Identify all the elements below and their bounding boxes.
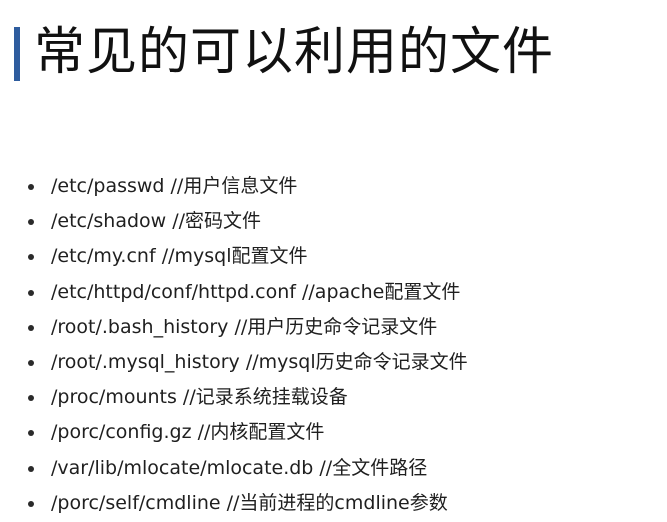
title-accent-bar bbox=[14, 27, 20, 81]
list-item-text: /porc/config.gz //内核配置文件 bbox=[51, 421, 325, 444]
bullet-icon bbox=[28, 465, 34, 472]
list-item-text: /porc/self/cmdline //当前进程的cmdline参数 bbox=[51, 491, 448, 514]
list-item-text: /proc/mounts //记录系统挂载设备 bbox=[51, 386, 348, 409]
list-item-text: /etc/shadow //密码文件 bbox=[51, 210, 262, 233]
list-item-text: /root/.bash_history //用户历史命令记录文件 bbox=[51, 315, 438, 338]
bullet-icon bbox=[28, 430, 34, 437]
bullet-icon bbox=[28, 324, 34, 331]
bullet-icon bbox=[28, 395, 34, 402]
bullet-icon bbox=[28, 500, 34, 507]
list-item-text: /etc/my.cnf //mysql配置文件 bbox=[51, 245, 308, 268]
bullet-icon bbox=[28, 359, 34, 366]
list-item-text: /root/.mysql_history //mysql历史命令记录文件 bbox=[51, 350, 468, 373]
list-item-text: /etc/httpd/conf/httpd.conf //apache配置文件 bbox=[51, 280, 461, 303]
page-title: 常见的可以利用的文件 bbox=[34, 23, 555, 82]
bullet-icon bbox=[28, 219, 34, 226]
bullet-icon bbox=[28, 289, 34, 296]
bullet-icon bbox=[28, 254, 34, 261]
list-item-text: /var/lib/mlocate/mlocate.db //全文件路径 bbox=[51, 456, 428, 479]
list-item-text: /etc/passwd //用户信息文件 bbox=[51, 175, 298, 197]
slide: 常见的可以利用的文件 /etc/passwd //用户信息文件 /etc/sha… bbox=[0, 0, 667, 522]
bullet-icon bbox=[28, 184, 34, 190]
